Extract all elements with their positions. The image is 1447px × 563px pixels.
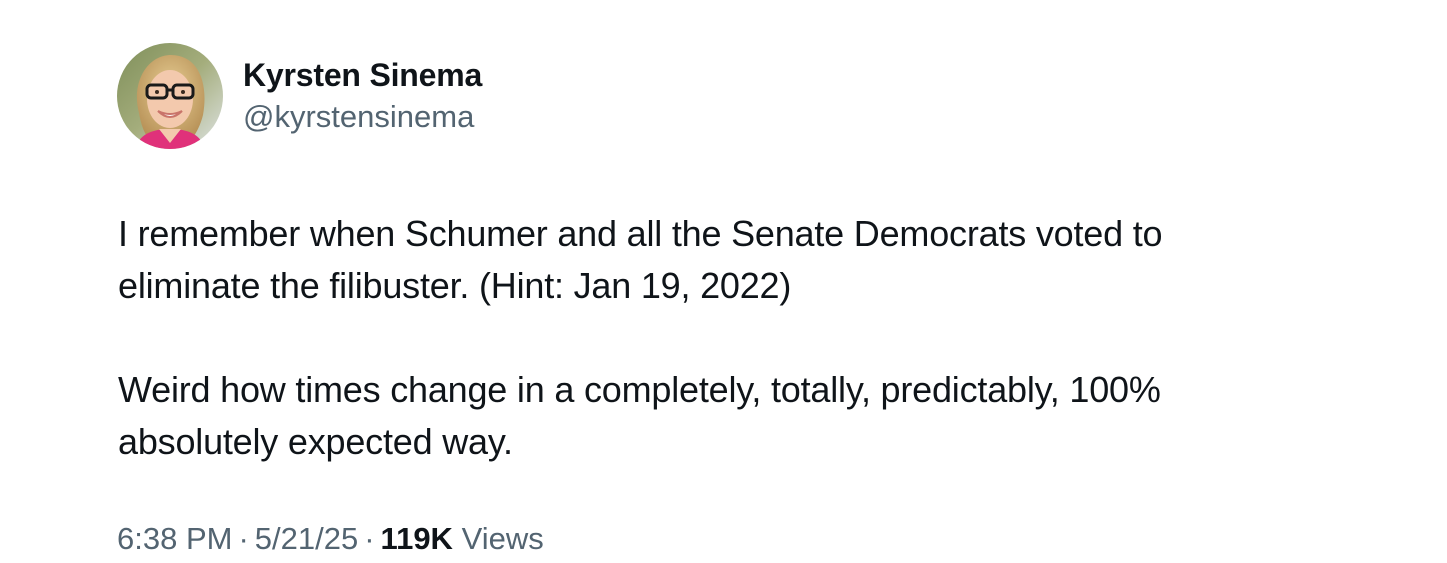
- tweet-card: Kyrsten Sinema @kyrstensinema I remember…: [0, 0, 1447, 563]
- tweet-paragraph: Weird how times change in a completely, …: [118, 369, 1161, 462]
- separator: ·: [238, 521, 249, 556]
- author-display-name[interactable]: Kyrsten Sinema: [243, 56, 482, 94]
- views-count: 119K: [380, 521, 453, 556]
- avatar[interactable]: [117, 43, 223, 149]
- views-label: Views: [461, 521, 544, 556]
- separator: ·: [364, 521, 375, 556]
- profile-photo-icon: [117, 43, 223, 149]
- tweet-metadata: 6:38 PM · 5/21/25 · 119K Views: [117, 519, 544, 559]
- tweet-time[interactable]: 6:38 PM: [117, 521, 232, 556]
- tweet-paragraph: I remember when Schumer and all the Sena…: [118, 213, 1163, 306]
- tweet-text: I remember when Schumer and all the Sena…: [118, 208, 1358, 468]
- tweet-date[interactable]: 5/21/25: [255, 521, 358, 556]
- author-handle[interactable]: @kyrstensinema: [243, 98, 474, 136]
